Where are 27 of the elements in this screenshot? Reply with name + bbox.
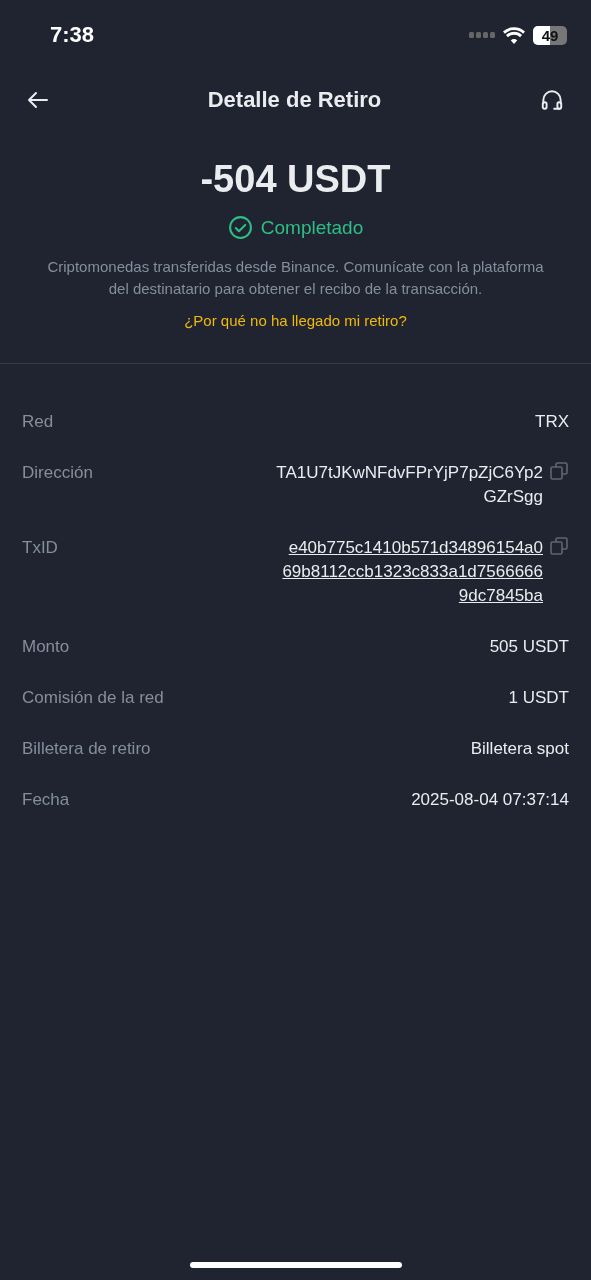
copy-icon[interactable] [549,461,569,481]
help-link[interactable]: ¿Por qué no ha llegado mi retiro? [184,312,407,329]
cellular-signal-icon [469,32,495,38]
check-circle-icon [227,215,253,240]
detail-label: Dirección [22,462,93,484]
description-text: Criptomonedas transferidas desde Binance. Comunícate con la plataforma del destinatario para obtener el recibo de la transacción. [46,257,545,299]
detail-label: Red [22,411,54,433]
page-title: Detalle de Retiro [207,87,382,113]
headphones-icon [539,87,565,113]
detail-label: Fecha [22,789,70,811]
detail-value: Billetera spot [470,738,569,760]
withdrawal-amount: -504 USDT [200,158,391,201]
detail-label: TxID [22,537,58,559]
detail-label: Comisión de la red [22,687,164,709]
battery-percent: 49 [541,26,559,44]
detail-value: TA1U7tJKwNFdvFPrYjP7pZjC6Yp2 GZrSgg [276,462,543,508]
status-label: Completado [260,216,364,239]
detail-label: Billetera de retiro [22,738,151,760]
detail-value: 1 USDT [508,687,569,709]
txid-link[interactable]: e40b775c1410b571d34896154a0 69b8112ccb1323c833a1d7566666 9dc7845ba [282,536,543,608]
detail-value: TRX [535,411,569,433]
copy-icon[interactable] [549,536,569,556]
wifi-icon [503,26,525,44]
detail-value: 505 USDT [489,636,569,658]
status-time: 7:38 [50,22,95,48]
detail-label: Monto [22,636,70,658]
detail-value: 2025-08-04 07:37:14 [411,789,569,811]
